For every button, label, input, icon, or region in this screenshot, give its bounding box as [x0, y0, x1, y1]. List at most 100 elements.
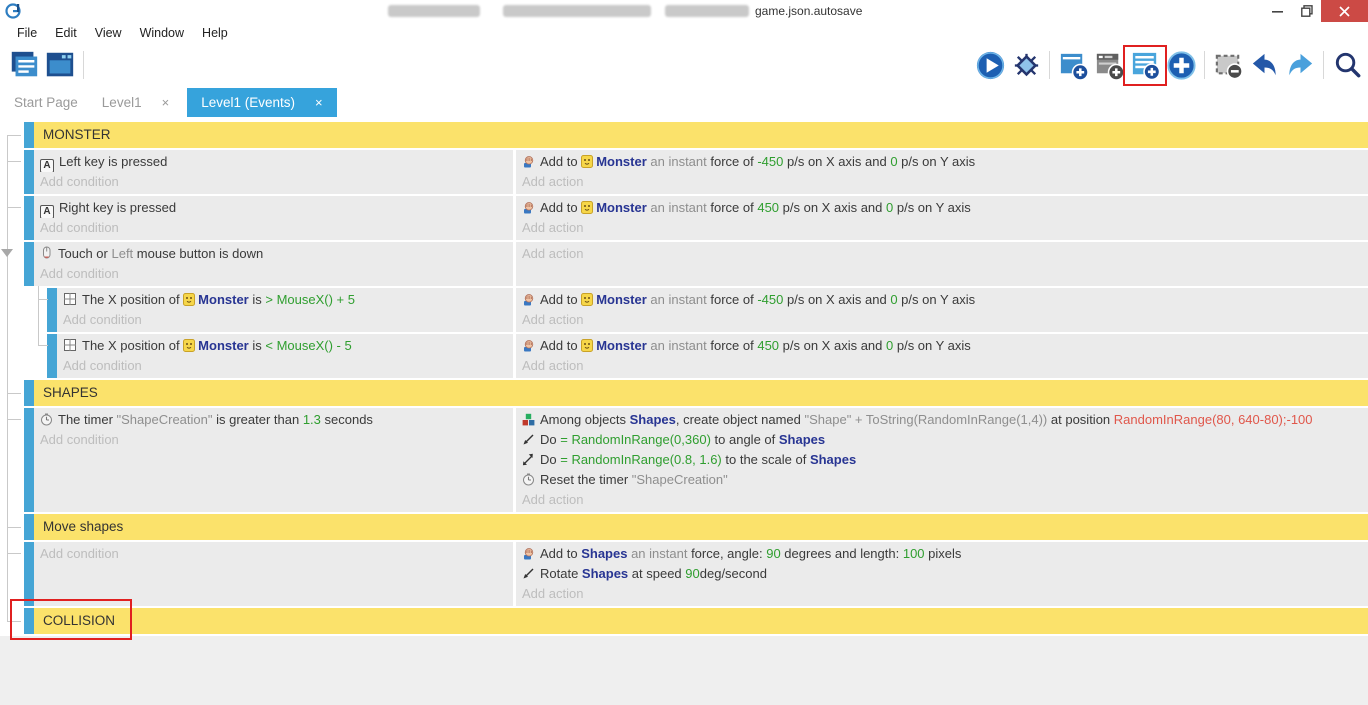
event-row[interactable]: ARight key is pressedAdd condition Add to… — [24, 196, 1368, 240]
event-row[interactable]: ALeft key is pressedAdd condition Add to … — [24, 150, 1368, 194]
add-action-button[interactable]: Add action — [522, 244, 1368, 264]
actions-column: Add to Monster an instant force of 450 p… — [513, 196, 1368, 240]
action-line[interactable]: Add to Monster an instant force of -450 … — [522, 290, 1368, 310]
event-color-bar — [47, 288, 57, 332]
menu-view[interactable]: View — [86, 26, 131, 40]
action-line[interactable]: Rotate Shapes at speed 90deg/second — [522, 564, 1368, 584]
close-tab-icon[interactable]: × — [158, 95, 174, 110]
redacted-title-text — [388, 5, 480, 17]
monster-icon — [581, 338, 593, 356]
add-condition-button[interactable]: Add condition — [63, 356, 513, 376]
actions-column: Add to Monster an instant force of -450 … — [513, 288, 1368, 332]
events-sheet-icon[interactable] — [7, 48, 41, 82]
group-header[interactable]: COLLISION — [24, 608, 1368, 634]
menu-file[interactable]: File — [8, 26, 46, 40]
action-line[interactable]: Add to Shapes an instant force, angle: 9… — [522, 544, 1368, 564]
event-color-bar — [24, 150, 34, 194]
add-condition-button[interactable]: Add condition — [63, 310, 513, 330]
group-header[interactable]: Move shapes — [24, 514, 1368, 540]
timer-icon — [522, 472, 535, 490]
condition-line[interactable]: The X position of Monster is > MouseX() … — [63, 290, 513, 310]
hand-icon — [522, 292, 535, 310]
conditions-column: The X position of Monster is < MouseX() … — [57, 334, 513, 378]
search-icon[interactable] — [1330, 48, 1364, 82]
scale-icon — [522, 452, 535, 470]
conditions-column: Add condition — [34, 542, 513, 606]
add-action-button[interactable]: Add action — [522, 584, 1368, 604]
condition-line[interactable]: The timer "ShapeCreation" is greater tha… — [40, 410, 513, 430]
action-line[interactable]: Do = RandomInRange(0.8, 1.6) to the scal… — [522, 450, 1368, 470]
conditions-column: Touch or Left mouse button is downAdd co… — [34, 242, 513, 286]
condition-line[interactable]: The X position of Monster is < MouseX() … — [63, 336, 513, 356]
condition-line[interactable]: ARight key is pressed — [40, 198, 513, 218]
event-row[interactable]: The X position of Monster is > MouseX() … — [47, 288, 1368, 332]
add-condition-button[interactable]: Add condition — [40, 430, 513, 450]
keyboard-icon: A — [40, 154, 54, 172]
add-action-button[interactable]: Add action — [522, 356, 1368, 376]
add-condition-button[interactable]: Add condition — [40, 544, 513, 564]
angle-icon — [522, 432, 535, 450]
create-icon — [522, 412, 535, 430]
add-action-button[interactable]: Add action — [522, 310, 1368, 330]
add-action-button[interactable]: Add action — [522, 172, 1368, 192]
tab-level1-events[interactable]: Level1 (Events) × — [187, 88, 336, 117]
close-button[interactable] — [1321, 0, 1368, 22]
action-line[interactable]: Add to Monster an instant force of -450 … — [522, 152, 1368, 172]
restore-button[interactable] — [1292, 0, 1321, 22]
scene-editor-icon[interactable] — [43, 48, 77, 82]
undo-icon[interactable] — [1247, 48, 1281, 82]
add-condition-button[interactable]: Add condition — [40, 264, 513, 284]
menu-bar: File Edit View Window Help — [0, 22, 1368, 44]
conditions-column: ALeft key is pressedAdd condition — [34, 150, 513, 194]
event-color-bar — [24, 542, 34, 606]
add-object-icon[interactable] — [1056, 48, 1090, 82]
menu-help[interactable]: Help — [193, 26, 237, 40]
condition-line[interactable]: ALeft key is pressed — [40, 152, 513, 172]
minimize-button[interactable] — [1263, 0, 1292, 22]
action-line[interactable]: Among objects Shapes, create object name… — [522, 410, 1368, 430]
redo-icon[interactable] — [1283, 48, 1317, 82]
toolbar-separator — [1049, 51, 1050, 79]
event-row[interactable]: Add condition Add to Shapes an instant fo… — [24, 542, 1368, 606]
action-line[interactable]: Do = RandomInRange(0,360) to angle of Sh… — [522, 430, 1368, 450]
toolbar-separator — [1204, 51, 1205, 79]
menu-window[interactable]: Window — [131, 26, 193, 40]
monster-icon — [183, 292, 195, 310]
event-color-bar — [24, 122, 34, 148]
monster-icon — [581, 292, 593, 310]
add-external-object-icon[interactable] — [1092, 48, 1126, 82]
group-header[interactable]: MONSTER — [24, 122, 1368, 148]
add-event-icon[interactable] — [1128, 48, 1162, 82]
action-line[interactable]: Reset the timer "ShapeCreation" — [522, 470, 1368, 490]
action-line[interactable]: Add to Monster an instant force of 450 p… — [522, 336, 1368, 356]
timer-icon — [40, 412, 53, 430]
event-color-bar — [24, 608, 34, 634]
close-tab-icon[interactable]: × — [311, 95, 327, 110]
app-logo-icon — [5, 3, 21, 19]
menu-edit[interactable]: Edit — [46, 26, 86, 40]
action-line[interactable]: Add to Monster an instant force of 450 p… — [522, 198, 1368, 218]
conditions-column: The X position of Monster is > MouseX() … — [57, 288, 513, 332]
event-row[interactable]: The X position of Monster is < MouseX() … — [47, 334, 1368, 378]
monster-icon — [581, 200, 593, 218]
position-icon — [63, 338, 77, 356]
add-action-button[interactable]: Add action — [522, 490, 1368, 510]
event-color-bar — [24, 380, 34, 406]
angle-icon — [522, 566, 535, 584]
remove-frame-icon[interactable] — [1211, 48, 1245, 82]
condition-line[interactable]: Touch or Left mouse button is down — [40, 244, 513, 264]
add-condition-button[interactable]: Add condition — [40, 218, 513, 238]
event-color-bar — [24, 196, 34, 240]
add-circle-icon[interactable] — [1164, 48, 1198, 82]
bug-icon[interactable] — [1009, 48, 1043, 82]
actions-column: Add to Shapes an instant force, angle: 9… — [513, 542, 1368, 606]
toolbar-separator — [83, 51, 84, 79]
event-row[interactable]: Touch or Left mouse button is downAdd co… — [24, 242, 1368, 286]
group-header[interactable]: SHAPES — [24, 380, 1368, 406]
event-row[interactable]: The timer "ShapeCreation" is greater tha… — [24, 408, 1368, 512]
add-action-button[interactable]: Add action — [522, 218, 1368, 238]
tab-start-page[interactable]: Start Page — [10, 88, 82, 117]
play-icon[interactable] — [973, 48, 1007, 82]
tab-level1[interactable]: Level1 × — [98, 88, 173, 117]
add-condition-button[interactable]: Add condition — [40, 172, 513, 192]
